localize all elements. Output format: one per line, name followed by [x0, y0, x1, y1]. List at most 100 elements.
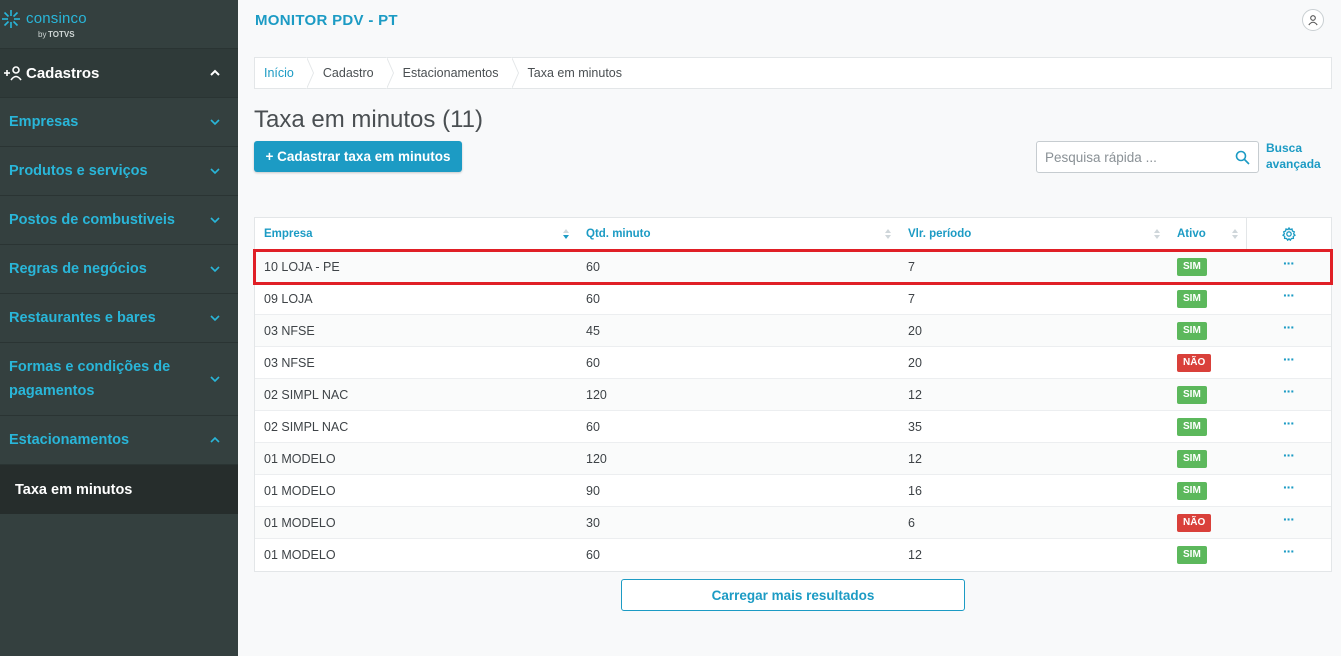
row-actions-menu-icon[interactable]: ···	[1283, 255, 1295, 271]
cell-vlr-periodo: 20	[908, 355, 922, 370]
column-label: Empresa	[264, 228, 313, 240]
row-actions-menu-icon[interactable]: ···	[1283, 415, 1295, 431]
cell-empresa: 03 NFSE	[264, 323, 315, 338]
row-actions-menu-icon[interactable]: ···	[1283, 511, 1295, 527]
chevron-up-icon	[210, 69, 220, 76]
column-header-qtd-minuto[interactable]: Qtd. minuto	[577, 218, 899, 250]
column-label: Vlr. período	[908, 228, 972, 240]
column-label: Qtd. minuto	[586, 228, 651, 240]
table-row[interactable]: 01 MODELO 90 16 SIM ···	[255, 475, 1331, 507]
table-row[interactable]: 02 SIMPL NAC 120 12 SIM ···	[255, 379, 1331, 411]
brand-logo[interactable]: consinco by TOTVS	[0, 0, 238, 49]
table-header: Empresa Qtd. minuto Vlr. período Ativo	[255, 218, 1331, 251]
cell-empresa: 03 NFSE	[264, 355, 315, 370]
cell-actions: ···	[1246, 507, 1331, 538]
cell-ativo: SIM	[1168, 411, 1246, 442]
row-actions-menu-icon[interactable]: ···	[1283, 447, 1295, 463]
cell-qtd-minuto: 60	[586, 419, 600, 434]
row-actions-menu-icon[interactable]: ···	[1283, 543, 1295, 559]
cell-empresa: 02 SIMPL NAC	[264, 419, 349, 434]
cell-qtd-minuto: 45	[586, 323, 600, 338]
cell-qtd-minuto: 60	[586, 291, 600, 306]
table-row[interactable]: 03 NFSE 45 20 SIM ···	[255, 315, 1331, 347]
table-row[interactable]: 02 SIMPL NAC 60 35 SIM ···	[255, 411, 1331, 443]
cell-ativo: SIM	[1168, 539, 1246, 571]
advanced-search-link[interactable]: Busca avançada	[1266, 140, 1326, 172]
column-settings-button[interactable]	[1246, 218, 1331, 250]
sort-desc-icon	[563, 229, 569, 239]
chevron-down-icon	[210, 119, 220, 126]
search-input[interactable]	[1045, 149, 1235, 165]
search-icon[interactable]	[1235, 150, 1250, 165]
cell-ativo: SIM	[1168, 443, 1246, 474]
sidebar-item-regras[interactable]: Regras de negócios	[0, 245, 238, 294]
sidebar-subitem-taxa-minutos[interactable]: Taxa em minutos	[0, 465, 238, 514]
breadcrumb-taxa-minutos: Taxa em minutos	[527, 66, 622, 80]
cell-empresa: 01 MODELO	[264, 483, 336, 498]
cell-ativo: NÃO	[1168, 507, 1246, 538]
sidebar-item-postos[interactable]: Postos de combustiveis	[0, 196, 238, 245]
cell-vlr-periodo: 7	[908, 291, 915, 306]
breadcrumb-cadastro[interactable]: Cadastro	[314, 57, 394, 89]
sidebar-item-label: Formas e condições de pagamentos	[9, 359, 171, 399]
row-actions-menu-icon[interactable]: ···	[1283, 351, 1295, 367]
table-row[interactable]: 01 MODELO 30 6 NÃO ···	[255, 507, 1331, 539]
row-actions-menu-icon[interactable]: ···	[1283, 479, 1295, 495]
sidebar-item-estacionamentos[interactable]: Estacionamentos	[0, 416, 238, 465]
row-actions-menu-icon[interactable]: ···	[1283, 287, 1295, 303]
cell-qtd-minuto: 60	[586, 259, 600, 274]
sidebar-item-label: Restaurantes e bares	[9, 310, 156, 326]
status-badge: NÃO	[1177, 353, 1212, 372]
status-badge: SIM	[1177, 321, 1207, 340]
cell-ativo: NÃO	[1168, 347, 1246, 378]
brand-name: consinco	[26, 10, 87, 27]
sidebar-section-cadastros[interactable]: Cadastros	[0, 49, 238, 98]
sidebar-item-formas-pagamento[interactable]: Formas e condições de pagamentos	[0, 343, 238, 416]
table-row[interactable]: 01 MODELO 60 12 SIM ···	[255, 539, 1331, 571]
cell-qtd-minuto: 60	[586, 355, 600, 370]
cell-empresa: 01 MODELO	[264, 548, 336, 562]
load-more-button[interactable]: Carregar mais resultados	[621, 579, 965, 611]
cell-actions: ···	[1246, 475, 1331, 506]
breadcrumb-estacionamentos[interactable]: Estacionamentos	[394, 57, 519, 89]
status-badge: SIM	[1177, 546, 1207, 564]
cell-vlr-periodo: 6	[908, 515, 915, 530]
sidebar-item-restaurantes[interactable]: Restaurantes e bares	[0, 294, 238, 343]
sidebar-item-label: Produtos e serviços	[9, 163, 148, 179]
status-badge: SIM	[1177, 257, 1207, 276]
chevron-down-icon	[210, 266, 220, 273]
brand-totvs: TOTVS	[48, 30, 75, 39]
sidebar-section-label: Cadastros	[26, 64, 100, 82]
table-row[interactable]: 10 LOJA - PE 60 7 SIM ···	[253, 249, 1333, 285]
row-actions-menu-icon[interactable]: ···	[1283, 319, 1295, 335]
status-badge: SIM	[1177, 385, 1207, 404]
cell-vlr-periodo: 12	[908, 451, 922, 466]
user-menu-button[interactable]	[1302, 9, 1324, 31]
column-header-empresa[interactable]: Empresa	[255, 218, 577, 250]
quick-search[interactable]	[1036, 141, 1259, 173]
add-taxa-button[interactable]: + Cadastrar taxa em minutos	[254, 141, 462, 172]
gear-icon	[1282, 227, 1296, 241]
sort-icon	[1232, 229, 1238, 239]
column-header-ativo[interactable]: Ativo	[1168, 218, 1246, 250]
cell-empresa: 02 SIMPL NAC	[264, 387, 349, 402]
cell-empresa: 01 MODELO	[264, 515, 336, 530]
column-label: Ativo	[1177, 228, 1206, 240]
user-icon	[1308, 15, 1318, 26]
cell-vlr-periodo: 7	[908, 259, 915, 274]
table-row[interactable]: 09 LOJA 60 7 SIM ···	[255, 283, 1331, 315]
column-header-vlr-periodo[interactable]: Vlr. período	[899, 218, 1168, 250]
table-row[interactable]: 03 NFSE 60 20 NÃO ···	[255, 347, 1331, 379]
cell-actions: ···	[1246, 379, 1331, 410]
page-title: Taxa em minutos (11)	[254, 106, 483, 133]
sidebar-item-empresas[interactable]: Empresas	[0, 98, 238, 147]
cell-ativo: SIM	[1168, 379, 1246, 410]
chevron-down-icon	[210, 217, 220, 224]
sidebar-item-produtos[interactable]: Produtos e serviços	[0, 147, 238, 196]
breadcrumb-inicio[interactable]: Início	[255, 57, 314, 89]
row-actions-menu-icon[interactable]: ···	[1283, 383, 1295, 399]
chevron-down-icon	[210, 376, 220, 383]
cell-vlr-periodo: 12	[908, 387, 922, 402]
cell-actions: ···	[1246, 315, 1331, 346]
table-row[interactable]: 01 MODELO 120 12 SIM ···	[255, 443, 1331, 475]
